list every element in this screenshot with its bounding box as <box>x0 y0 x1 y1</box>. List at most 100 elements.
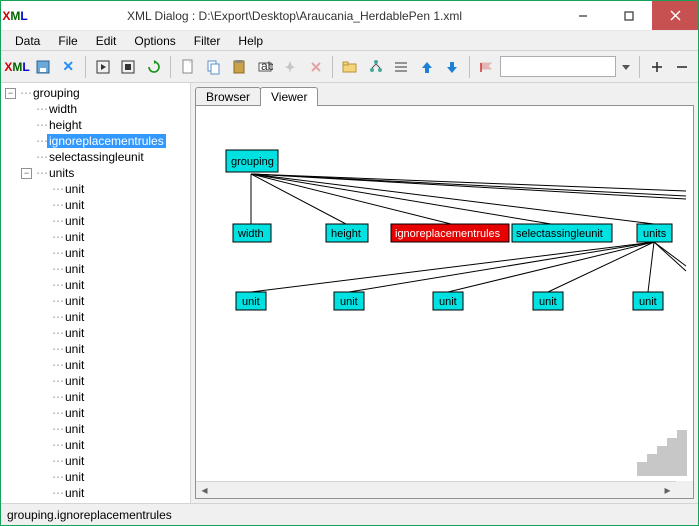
tree-item[interactable]: −⋯ grouping <box>1 85 190 101</box>
graph-canvas[interactable]: grouping width height ignoreplacementrul… <box>195 105 694 499</box>
tree-item[interactable]: ⋯ unit <box>1 261 190 277</box>
tree-item[interactable]: ⋯ unit <box>1 453 190 469</box>
tree-item[interactable]: ⋯ unit <box>1 373 190 389</box>
menu-data[interactable]: Data <box>7 32 48 50</box>
tree-item[interactable]: ⋯ unit <box>1 341 190 357</box>
minus-icon[interactable] <box>671 55 695 79</box>
node-unit[interactable]: unit <box>533 292 563 310</box>
tree-item[interactable]: ⋯ unit <box>1 277 190 293</box>
tree-label: unit <box>63 262 86 276</box>
node-height[interactable]: height <box>326 224 368 242</box>
watermark-icon <box>633 430 689 478</box>
close-xml-icon[interactable]: ✕ <box>57 55 81 79</box>
goto-input[interactable] <box>500 56 616 77</box>
tree-item[interactable]: ⋯ unit <box>1 245 190 261</box>
goto-icon[interactable] <box>475 55 499 79</box>
tree-label: unit <box>63 278 86 292</box>
minimize-button[interactable] <box>560 1 606 30</box>
scroll-left-icon[interactable]: ◂ <box>196 482 213 499</box>
svg-text:unit: unit <box>439 296 457 308</box>
tree-label: unit <box>63 294 86 308</box>
svg-text:height: height <box>331 228 361 240</box>
status-bar: grouping.ignoreplacementrules <box>1 503 698 525</box>
tree-label: unit <box>63 198 86 212</box>
play-icon[interactable] <box>91 55 115 79</box>
rename-icon[interactable]: ab <box>253 55 277 79</box>
pin-icon[interactable] <box>278 55 302 79</box>
menu-filter[interactable]: Filter <box>186 32 229 50</box>
node-width[interactable]: width <box>233 224 271 242</box>
tree-item[interactable]: ⋯ unit <box>1 181 190 197</box>
tree-panel[interactable]: −⋯ grouping⋯ width⋯ height⋯ ignoreplacem… <box>1 83 191 503</box>
svg-text:width: width <box>237 228 264 240</box>
expand-icon[interactable]: − <box>21 168 32 179</box>
down-arrow-icon[interactable] <box>440 55 464 79</box>
tree-item[interactable]: ⋯ unit <box>1 437 190 453</box>
tab-bar: Browser Viewer <box>191 83 698 105</box>
resize-grip-icon <box>676 481 693 498</box>
xml-button[interactable]: XML <box>5 55 29 79</box>
tab-browser[interactable]: Browser <box>195 87 261 106</box>
tree-label: ignoreplacementrules <box>47 134 166 148</box>
scroll-right-icon[interactable]: ▸ <box>659 482 676 499</box>
folder-icon[interactable] <box>338 55 362 79</box>
tree-icon[interactable] <box>364 55 388 79</box>
tree-item[interactable]: ⋯ unit <box>1 389 190 405</box>
tree-item[interactable]: ⋯ unit <box>1 357 190 373</box>
up-arrow-icon[interactable] <box>415 55 439 79</box>
node-unit[interactable]: unit <box>433 292 463 310</box>
plus-icon[interactable] <box>645 55 669 79</box>
tree-label: unit <box>63 246 86 260</box>
svg-text:ignoreplacementrules: ignoreplacementrules <box>395 228 501 240</box>
tree-item[interactable]: ⋯ height <box>1 117 190 133</box>
tree-item[interactable]: ⋯ unit <box>1 213 190 229</box>
tree-item[interactable]: ⋯ width <box>1 101 190 117</box>
tree-item[interactable]: ⋯ unit <box>1 197 190 213</box>
menu-options[interactable]: Options <box>126 32 183 50</box>
tree-item[interactable]: ⋯ unit <box>1 309 190 325</box>
tree-item[interactable]: ⋯ unit <box>1 405 190 421</box>
svg-text:selectassingleunit: selectassingleunit <box>516 228 603 240</box>
tree-item[interactable]: −⋯ units <box>1 165 190 181</box>
node-units[interactable]: units <box>637 224 672 242</box>
stop-icon[interactable] <box>116 55 140 79</box>
dropdown-arrow-icon[interactable] <box>618 55 634 79</box>
node-selectassingleunit[interactable]: selectassingleunit <box>512 224 612 242</box>
tree-label: unit <box>63 326 86 340</box>
delete-icon[interactable] <box>304 55 328 79</box>
tree-item[interactable]: ⋯ unit <box>1 325 190 341</box>
svg-text:units: units <box>643 228 667 240</box>
close-button[interactable] <box>652 1 698 30</box>
menu-edit[interactable]: Edit <box>88 32 125 50</box>
tree-label: unit <box>63 374 86 388</box>
tree-item[interactable]: ⋯ ignoreplacementrules <box>1 133 190 149</box>
tree-label: unit <box>63 182 86 196</box>
tree-item[interactable]: ⋯ unit <box>1 469 190 485</box>
tree-item[interactable]: ⋯ unit <box>1 293 190 309</box>
tree-item[interactable]: ⋯ unit <box>1 485 190 501</box>
list-icon[interactable] <box>389 55 413 79</box>
tab-viewer[interactable]: Viewer <box>260 87 318 106</box>
menu-file[interactable]: File <box>50 32 85 50</box>
node-ignoreplacementrules[interactable]: ignoreplacementrules <box>391 224 509 242</box>
menu-help[interactable]: Help <box>230 32 271 50</box>
maximize-button[interactable] <box>606 1 652 30</box>
node-grouping[interactable]: grouping <box>226 150 278 172</box>
expand-icon[interactable]: − <box>5 88 16 99</box>
copy-icon[interactable] <box>202 55 226 79</box>
tree-item[interactable]: ⋯ selectassingleunit <box>1 149 190 165</box>
save-icon[interactable] <box>31 55 55 79</box>
horizontal-scrollbar[interactable]: ◂ ▸ <box>196 481 676 498</box>
svg-text:ab: ab <box>261 60 273 73</box>
node-unit[interactable]: unit <box>236 292 266 310</box>
title-bar: XML XML Dialog : D:\Export\Desktop\Arauc… <box>1 1 698 31</box>
toolbar: XML ✕ ab <box>1 51 698 83</box>
tree-item[interactable]: ⋯ unit <box>1 229 190 245</box>
paste-icon[interactable] <box>227 55 251 79</box>
new-doc-icon[interactable] <box>176 55 200 79</box>
node-unit[interactable]: unit <box>633 292 663 310</box>
tree-item[interactable]: ⋯ unit <box>1 421 190 437</box>
tree-label: unit <box>63 454 86 468</box>
node-unit[interactable]: unit <box>334 292 364 310</box>
refresh-icon[interactable] <box>142 55 166 79</box>
